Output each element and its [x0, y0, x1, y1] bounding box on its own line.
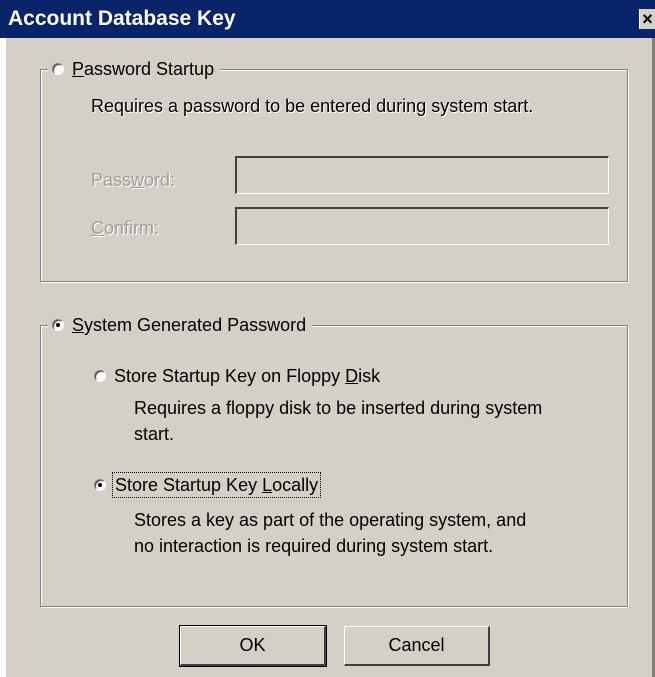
system-generated-option[interactable]: System Generated Password: [48, 314, 313, 336]
floppy-disk-description-line2: start.: [134, 424, 175, 444]
account-database-key-dialog: Account Database Key × Password Startup …: [0, 0, 655, 677]
window-title: Account Database Key: [8, 7, 236, 30]
title-bar[interactable]: Account Database Key ×: [0, 0, 655, 38]
password-startup-option[interactable]: Password Startup: [48, 58, 221, 80]
password-startup-description: Requires a password to be entered during…: [91, 96, 534, 116]
confirm-field-label: Confirm:: [91, 218, 160, 238]
cancel-button[interactable]: Cancel: [344, 626, 490, 666]
floppy-disk-option[interactable]: Store Startup Key on Floppy Disk: [94, 365, 380, 387]
floppy-disk-label: Store Startup Key on Floppy Disk: [114, 366, 381, 386]
password-field-label: Password:: [91, 170, 176, 190]
password-field[interactable]: [235, 156, 609, 194]
store-locally-description-line2: no interaction is required during system…: [134, 536, 494, 556]
close-button[interactable]: ×: [639, 9, 655, 29]
floppy-disk-description-line1: Requires a floppy disk to be inserted du…: [134, 398, 543, 418]
window-left-edge: [0, 38, 6, 677]
close-icon: ×: [642, 9, 653, 29]
store-locally-description-line1: Stores a key as part of the operating sy…: [134, 510, 527, 530]
system-generated-radio[interactable]: [52, 319, 64, 331]
confirm-field[interactable]: [235, 207, 609, 245]
password-startup-radio[interactable]: [52, 63, 64, 75]
password-startup-label: Password Startup: [72, 59, 215, 79]
floppy-disk-radio[interactable]: [94, 370, 106, 382]
store-locally-option[interactable]: Store Startup Key Locally: [94, 472, 322, 498]
store-locally-radio[interactable]: [94, 479, 106, 491]
system-generated-label: System Generated Password: [72, 315, 307, 335]
store-locally-label: Store Startup Key Locally: [111, 472, 322, 498]
ok-button[interactable]: OK: [179, 625, 327, 667]
